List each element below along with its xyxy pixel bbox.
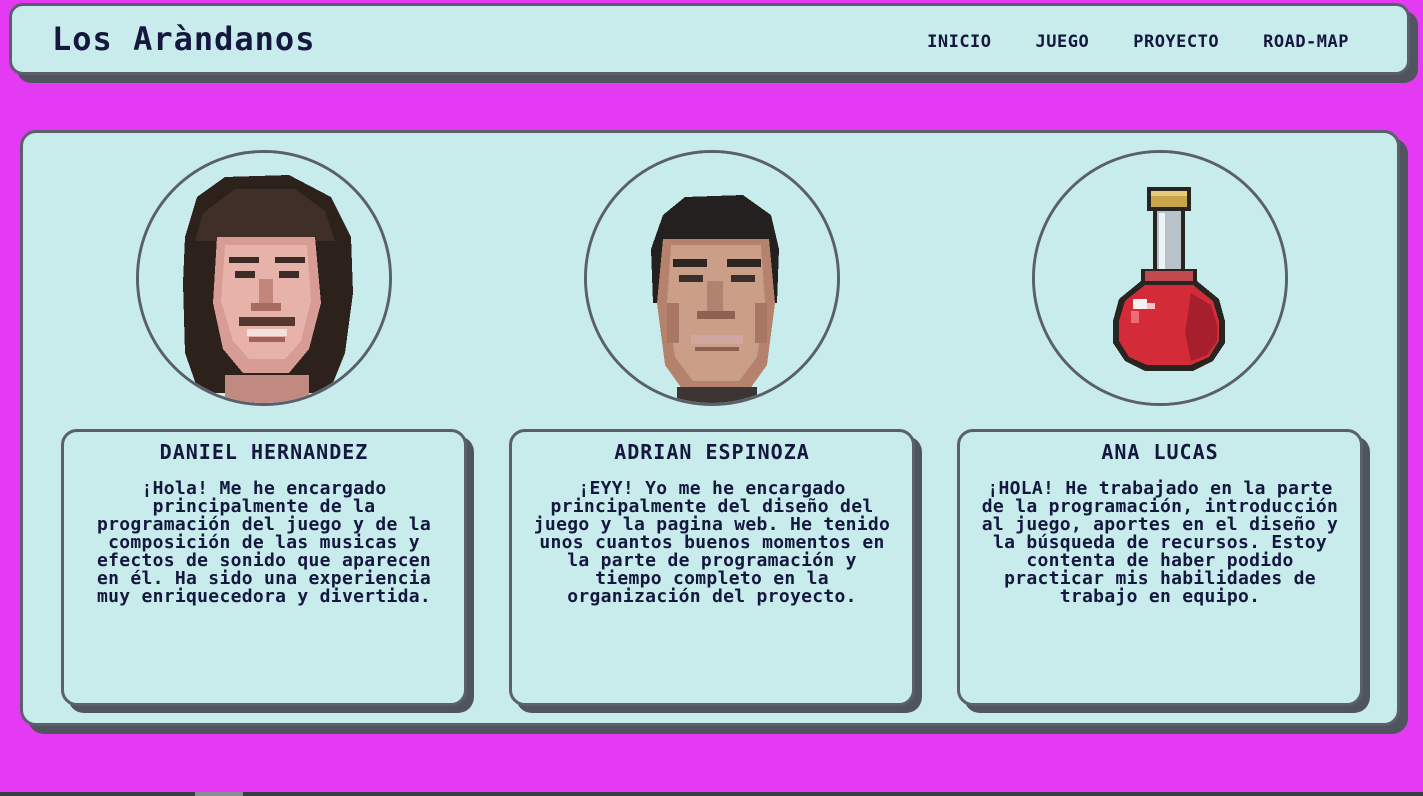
nav-link-juego[interactable]: JUEGO <box>1036 32 1090 52</box>
member-bio: ¡EYY! Yo me he encargado principalmente … <box>533 478 891 607</box>
team-panel: DANIEL HERNANDEZ ¡Hola! Me he encargado … <box>20 130 1400 726</box>
nav-link-inicio[interactable]: INICIO <box>927 32 991 52</box>
site-brand[interactable]: Los Aràndanos <box>52 20 315 58</box>
pixel-portrait-icon <box>139 153 389 403</box>
nav-link-proyecto[interactable]: PROYECTO <box>1133 32 1219 52</box>
member-bio: ¡Hola! Me he encargado principalmente de… <box>96 478 432 607</box>
team-card-ana: ANA LUCAS ¡HOLA! He trabajado en la part… <box>957 429 1363 706</box>
team-card-daniel: DANIEL HERNANDEZ ¡Hola! Me he encargado … <box>61 429 467 706</box>
member-name: ADRIAN ESPINOZA <box>614 440 810 464</box>
member-name: DANIEL HERNANDEZ <box>159 440 369 464</box>
nav-link-road-map[interactable]: ROAD-MAP <box>1263 32 1349 52</box>
main-nav: INICIO JUEGO PROYECTO ROAD-MAP <box>927 32 1349 52</box>
avatar-adrian <box>584 150 840 406</box>
avatar-daniel <box>136 150 392 406</box>
top-navigation-bar: Los Aràndanos INICIO JUEGO PROYECTO ROAD… <box>9 3 1410 75</box>
bottom-scroll-indicator[interactable] <box>195 792 243 796</box>
member-name: ANA LUCAS <box>1101 440 1219 464</box>
pixel-portrait-icon <box>587 153 837 403</box>
team-card-adrian: ADRIAN ESPINOZA ¡EYY! Yo me he encargado… <box>509 429 915 706</box>
red-potion-icon <box>1035 153 1285 403</box>
avatar-ana <box>1032 150 1288 406</box>
member-bio: ¡HOLA! He trabajado en la parte de la pr… <box>981 478 1339 607</box>
